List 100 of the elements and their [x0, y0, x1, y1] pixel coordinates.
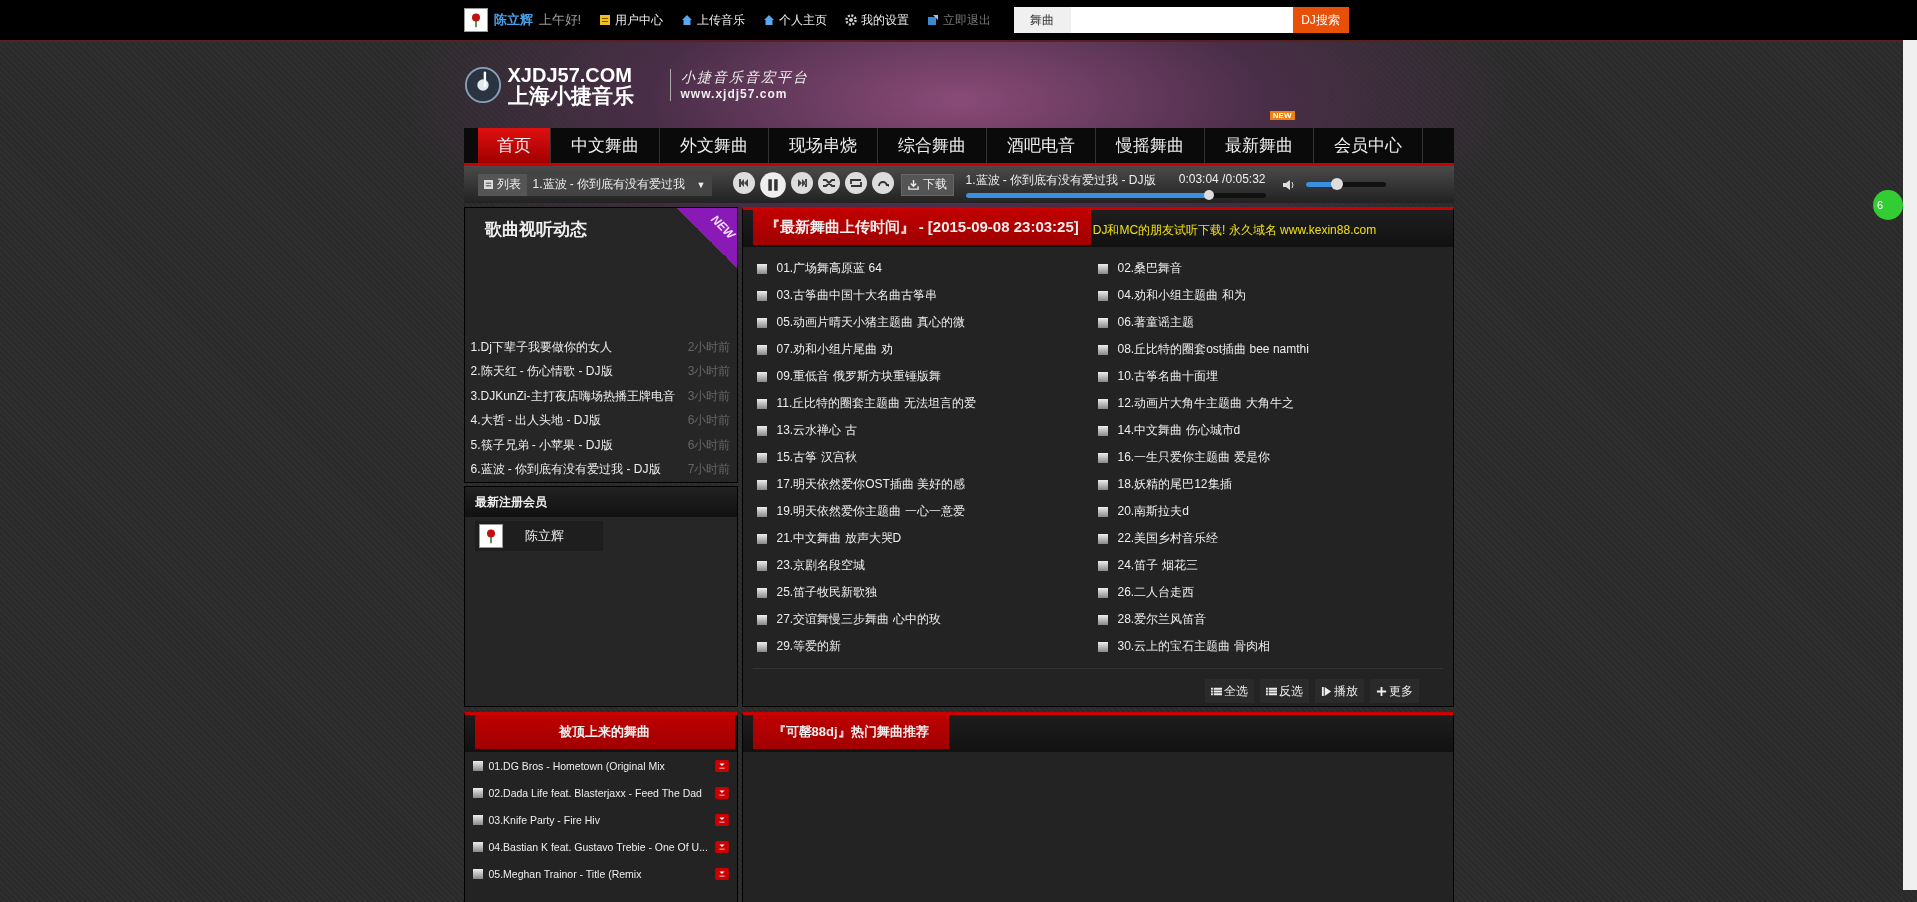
- song-link[interactable]: 30.云上的宝石主题曲 骨肉相: [1117, 638, 1270, 655]
- checkbox[interactable]: [472, 868, 483, 879]
- checkbox[interactable]: [1097, 290, 1108, 301]
- song-link[interactable]: 25.笛子牧民新歌独: [776, 584, 878, 601]
- download-icon[interactable]: [714, 759, 729, 772]
- song-link[interactable]: 17.明天依然爱你OST插曲 美好的感: [776, 476, 966, 493]
- song-link[interactable]: 09.重低音 俄罗斯方块重锤版舞: [776, 368, 941, 385]
- loop-button[interactable]: [870, 170, 895, 195]
- song-link[interactable]: 06.著童谣主题: [1117, 314, 1195, 331]
- checkbox[interactable]: [472, 841, 483, 852]
- song-link[interactable]: 28.爱尔兰风笛音: [1117, 611, 1207, 628]
- song-link[interactable]: 27.交谊舞慢三步舞曲 心中的玫: [776, 611, 941, 628]
- song-link[interactable]: 15.古筝 汉宫秋: [776, 449, 857, 466]
- download-icon[interactable]: [714, 786, 729, 799]
- song-link[interactable]: 01.DG Bros - Hometown (Original Mix: [488, 759, 709, 772]
- action-button[interactable]: 更多: [1369, 679, 1419, 703]
- checkbox[interactable]: [1097, 479, 1108, 490]
- checkbox[interactable]: [1097, 425, 1108, 436]
- song-link[interactable]: 6.蓝波 - 你到底有没有爱过我 - DJ版: [470, 461, 661, 479]
- song-link[interactable]: 01.广场舞高原蓝 64: [776, 260, 882, 277]
- user-name[interactable]: 陈立辉: [493, 11, 533, 29]
- panel-tab[interactable]: 『可罄88dj』热门舞曲推荐: [752, 715, 949, 749]
- top-link[interactable]: 用户中心: [599, 11, 664, 29]
- volume-thumb[interactable]: [1330, 178, 1343, 190]
- checkbox[interactable]: [756, 425, 767, 436]
- song-link[interactable]: 04.Bastian K feat. Gustavo Trebie - One Of U...: [488, 840, 709, 853]
- checkbox[interactable]: [1097, 533, 1108, 544]
- song-link[interactable]: 18.妖精的尾巴12集插: [1117, 476, 1232, 493]
- top-link[interactable]: 上传音乐: [681, 11, 746, 29]
- download-icon[interactable]: [714, 813, 729, 826]
- checkbox[interactable]: [756, 479, 767, 490]
- checkbox[interactable]: [756, 371, 767, 382]
- nav-tab[interactable]: 综合舞曲: [877, 128, 986, 163]
- checkbox[interactable]: [1097, 452, 1108, 463]
- action-button[interactable]: 反选: [1259, 679, 1309, 703]
- song-link[interactable]: 20.南斯拉夫d: [1117, 503, 1189, 520]
- nav-tab[interactable]: 最新舞曲: [1204, 128, 1313, 163]
- checkbox[interactable]: [1097, 263, 1108, 274]
- checkbox[interactable]: [1097, 506, 1108, 517]
- song-link[interactable]: 08.丘比特的圈套ost插曲 bee namthi: [1117, 341, 1309, 358]
- download-button[interactable]: 下载: [900, 173, 954, 196]
- nav-tab[interactable]: 中文舞曲: [550, 128, 659, 163]
- search-category[interactable]: 舞曲: [1013, 7, 1071, 33]
- checkbox[interactable]: [756, 533, 767, 544]
- top-link[interactable]: 个人主页: [763, 11, 828, 29]
- song-link[interactable]: 10.古筝名曲十面埋: [1117, 368, 1219, 385]
- checkbox[interactable]: [1097, 641, 1108, 652]
- top-link[interactable]: 我的设置: [845, 11, 910, 29]
- song-link[interactable]: 5.筷子兄弟 - 小苹果 - DJ版: [470, 436, 613, 454]
- pause-button[interactable]: [758, 170, 787, 199]
- action-button[interactable]: 全选: [1204, 679, 1254, 703]
- nav-tab[interactable]: 首页: [477, 128, 550, 163]
- song-link[interactable]: 19.明天依然爱你主题曲 一心一意爱: [776, 503, 965, 520]
- volume-icon[interactable]: [1281, 177, 1296, 192]
- song-link[interactable]: 29.等爱的新: [776, 638, 842, 655]
- checkbox[interactable]: [756, 452, 767, 463]
- song-link[interactable]: 02.Dada Life feat. Blasterjaxx - Feed The Dad: [488, 786, 709, 799]
- search-field[interactable]: [1070, 7, 1293, 33]
- song-link[interactable]: 12.动画片大角牛主题曲 大角牛之: [1117, 395, 1294, 412]
- song-link[interactable]: 23.京剧名段空城: [776, 557, 866, 574]
- checkbox[interactable]: [472, 787, 483, 798]
- song-link[interactable]: 05.Meghan Trainor - Title (Remix: [488, 867, 709, 880]
- song-select[interactable]: 1.蓝波 - 你到底有没有爱过我 ▼: [526, 173, 712, 196]
- previous-button[interactable]: [731, 170, 756, 195]
- panel-tab[interactable]: 『最新舞曲上传时间』 - [2015-09-08 23:03:25]: [752, 210, 1091, 245]
- song-link[interactable]: 22.美国乡村音乐经: [1117, 530, 1219, 547]
- nav-tab[interactable]: 现场串烧: [768, 128, 877, 163]
- checkbox[interactable]: [756, 263, 767, 274]
- song-link[interactable]: 07.劝和小组片尾曲 劝: [776, 341, 893, 358]
- playlist-button[interactable]: 列表: [477, 173, 527, 196]
- checkbox[interactable]: [756, 290, 767, 301]
- checkbox[interactable]: [1097, 344, 1108, 355]
- song-link[interactable]: 3.DJKunZi-主打夜店嗨场热播王牌电音: [470, 387, 675, 405]
- nav-tab[interactable]: 酒吧电音: [986, 128, 1095, 163]
- song-link[interactable]: 24.笛子 烟花三: [1117, 557, 1198, 574]
- progress-track[interactable]: [965, 192, 1266, 198]
- song-link[interactable]: 4.大哲 - 出人头地 - DJ版: [470, 412, 601, 430]
- action-button[interactable]: 播放: [1314, 679, 1364, 703]
- member-card[interactable]: 陈立辉: [474, 521, 603, 551]
- repeat-button[interactable]: [843, 170, 868, 195]
- next-button[interactable]: [789, 170, 814, 195]
- nav-tab[interactable]: 外文舞曲: [659, 128, 768, 163]
- song-link[interactable]: 13.云水禅心 古: [776, 422, 857, 439]
- song-link[interactable]: 21.中文舞曲 放声大哭D: [776, 530, 902, 547]
- song-link[interactable]: 04.劝和小组主题曲 和为: [1117, 287, 1246, 304]
- checkbox[interactable]: [756, 506, 767, 517]
- song-link[interactable]: 02.桑巴舞音: [1117, 260, 1183, 277]
- checkbox[interactable]: [472, 760, 483, 771]
- scrollbar[interactable]: [1903, 40, 1917, 890]
- panel-tab[interactable]: 被顶上来的舞曲: [474, 715, 735, 749]
- checkbox[interactable]: [756, 614, 767, 625]
- song-link[interactable]: 1.Dj下辈子我要做你的女人: [470, 338, 612, 356]
- shuffle-button[interactable]: [816, 170, 841, 195]
- checkbox[interactable]: [756, 344, 767, 355]
- checkbox[interactable]: [756, 317, 767, 328]
- song-link[interactable]: 2.陈天红 - 伤心情歌 - DJ版: [470, 363, 613, 381]
- nav-tab[interactable]: 会员中心: [1313, 128, 1422, 163]
- song-link[interactable]: 16.一生只爱你主题曲 爱是你: [1117, 449, 1270, 466]
- song-link[interactable]: 05.动画片晴天小猪主题曲 真心的微: [776, 314, 965, 331]
- checkbox[interactable]: [1097, 371, 1108, 382]
